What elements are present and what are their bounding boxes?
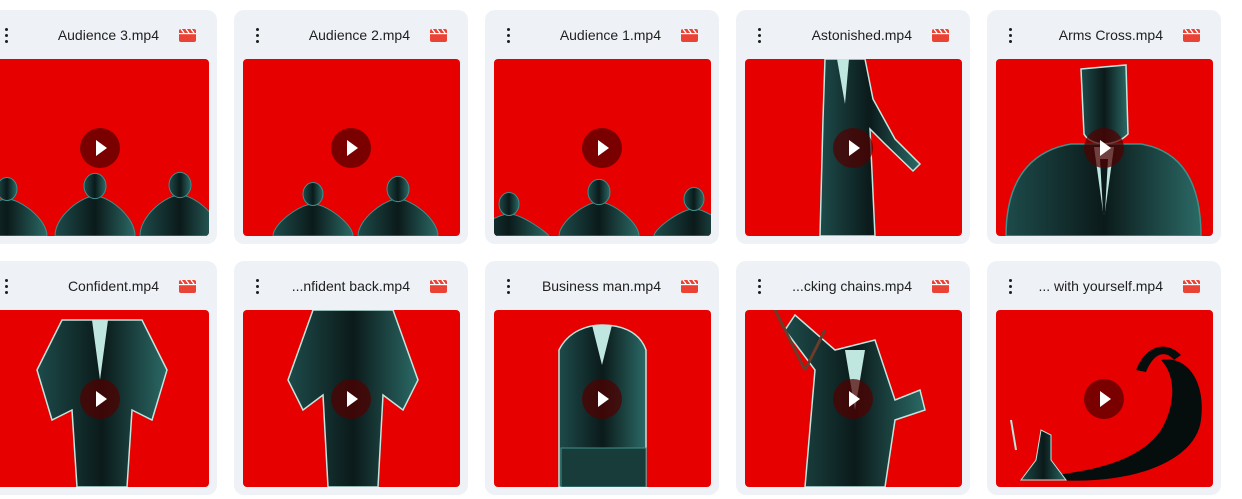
more-vert-icon[interactable]: [1001, 275, 1019, 297]
video-file-icon: [1183, 279, 1200, 293]
file-card-header: ...nfident back.mp4: [234, 261, 468, 309]
file-name: Audience 1.mp4: [559, 27, 661, 43]
play-icon[interactable]: [833, 379, 873, 419]
file-card[interactable]: Audience 2.mp4: [234, 10, 468, 244]
video-thumbnail[interactable]: [996, 59, 1213, 236]
file-card-header: ...cking chains.mp4: [736, 261, 970, 309]
video-thumbnail[interactable]: [745, 310, 962, 487]
more-vert-icon[interactable]: [248, 24, 266, 46]
file-card[interactable]: Confident.mp4: [0, 261, 217, 495]
file-name: Business man.mp4: [541, 278, 661, 294]
video-file-icon: [430, 279, 447, 293]
file-card[interactable]: Audience 1.mp4: [485, 10, 719, 244]
file-name: Arms Cross.mp4: [1058, 27, 1163, 43]
more-vert-icon[interactable]: [0, 275, 15, 297]
video-file-icon: [681, 279, 698, 293]
more-vert-icon[interactable]: [499, 275, 517, 297]
more-vert-icon[interactable]: [248, 275, 266, 297]
file-card-header: Audience 1.mp4: [485, 10, 719, 58]
file-name: ... with yourself.mp4: [1038, 278, 1164, 294]
video-file-icon: [179, 28, 196, 42]
play-icon[interactable]: [582, 379, 622, 419]
more-vert-icon[interactable]: [499, 24, 517, 46]
play-icon[interactable]: [1084, 379, 1124, 419]
file-card-header: Audience 2.mp4: [234, 10, 468, 58]
video-thumbnail[interactable]: [243, 59, 460, 236]
video-thumbnail[interactable]: [243, 310, 460, 487]
video-thumbnail[interactable]: [494, 59, 711, 236]
file-card-header: Audience 3.mp4: [0, 10, 217, 58]
video-file-icon: [932, 28, 949, 42]
file-card-header: Astonished.mp4: [736, 10, 970, 58]
file-card-header: Arms Cross.mp4: [987, 10, 1221, 58]
file-name: Audience 3.mp4: [57, 27, 159, 43]
file-card-header: Confident.mp4: [0, 261, 217, 309]
video-file-icon: [1183, 28, 1200, 42]
video-file-icon: [932, 279, 949, 293]
file-card[interactable]: Audience 3.mp4: [0, 10, 217, 244]
file-name: Audience 2.mp4: [308, 27, 410, 43]
video-thumbnail[interactable]: [745, 59, 962, 236]
file-name: Confident.mp4: [67, 278, 159, 294]
file-card[interactable]: Astonished.mp4: [736, 10, 970, 244]
more-vert-icon[interactable]: [750, 275, 768, 297]
video-file-icon: [681, 28, 698, 42]
file-card-header: Business man.mp4: [485, 261, 719, 309]
play-icon[interactable]: [582, 128, 622, 168]
file-card[interactable]: ...cking chains.mp4: [736, 261, 970, 495]
file-card[interactable]: ... with yourself.mp4: [987, 261, 1221, 495]
file-card[interactable]: Business man.mp4: [485, 261, 719, 495]
file-name: ...cking chains.mp4: [792, 278, 912, 294]
file-card-header: ... with yourself.mp4: [987, 261, 1221, 309]
more-vert-icon[interactable]: [1001, 24, 1019, 46]
file-name: ...nfident back.mp4: [291, 278, 410, 294]
file-name: Astonished.mp4: [811, 27, 912, 43]
file-card[interactable]: Arms Cross.mp4: [987, 10, 1221, 244]
play-icon[interactable]: [1084, 128, 1124, 168]
video-thumbnail[interactable]: [0, 310, 209, 487]
more-vert-icon[interactable]: [750, 24, 768, 46]
play-icon[interactable]: [331, 379, 371, 419]
video-file-icon: [179, 279, 196, 293]
more-vert-icon[interactable]: [0, 24, 15, 46]
video-thumbnail[interactable]: [494, 310, 711, 487]
video-thumbnail[interactable]: [0, 59, 209, 236]
video-thumbnail[interactable]: [996, 310, 1213, 487]
video-file-icon: [430, 28, 447, 42]
play-icon[interactable]: [331, 128, 371, 168]
play-icon[interactable]: [833, 128, 873, 168]
file-card[interactable]: ...nfident back.mp4: [234, 261, 468, 495]
play-icon[interactable]: [80, 379, 120, 419]
play-icon[interactable]: [80, 128, 120, 168]
